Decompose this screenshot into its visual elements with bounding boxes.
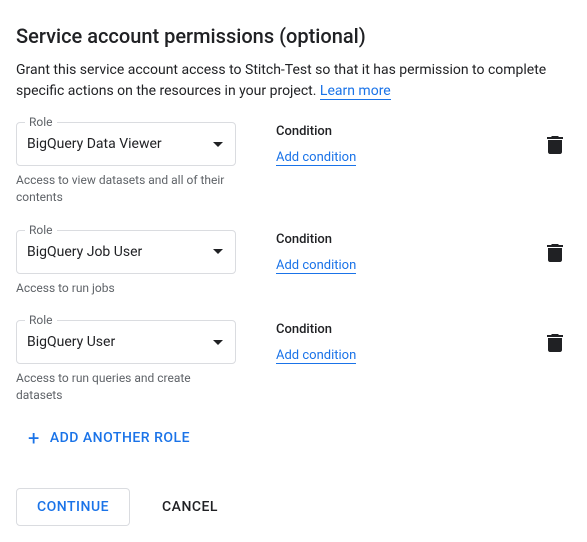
role-select[interactable]: RoleBigQuery User xyxy=(16,320,236,364)
role-row: RoleBigQuery Data Viewer Access to view d… xyxy=(16,122,571,206)
chevron-down-icon xyxy=(213,340,223,345)
role-select[interactable]: RoleBigQuery Data Viewer xyxy=(16,122,236,166)
add-another-role-button[interactable]: + ADD ANOTHER ROLE xyxy=(28,428,571,448)
continue-button[interactable]: CONTINUE xyxy=(16,488,130,526)
add-another-label: ADD ANOTHER ROLE xyxy=(50,430,190,446)
delete-role-button[interactable] xyxy=(547,230,571,266)
role-select-label: Role xyxy=(25,313,57,327)
page-description: Grant this service account access to Sti… xyxy=(16,60,571,102)
chevron-down-icon xyxy=(213,142,223,147)
chevron-down-icon xyxy=(213,249,223,254)
add-condition-link[interactable]: Add condition xyxy=(276,150,356,166)
role-row: RoleBigQuery Job User Access to run jobs C… xyxy=(16,230,571,297)
cancel-button[interactable]: CANCEL xyxy=(154,489,226,525)
trash-icon xyxy=(547,340,563,356)
delete-role-button[interactable] xyxy=(547,320,571,356)
trash-icon xyxy=(547,250,563,266)
role-hint: Access to view datasets and all of their… xyxy=(16,172,236,206)
page-title: Service account permissions (optional) xyxy=(16,24,571,48)
role-hint: Access to run queries and create dataset… xyxy=(16,370,236,404)
plus-icon: + xyxy=(28,428,40,448)
role-hint: Access to run jobs xyxy=(16,280,236,297)
role-select-value: BigQuery User xyxy=(27,334,213,350)
condition-label: Condition xyxy=(276,322,507,337)
role-select-value: BigQuery Job User xyxy=(27,244,213,260)
role-select-label: Role xyxy=(25,115,57,129)
condition-label: Condition xyxy=(276,232,507,247)
add-condition-link[interactable]: Add condition xyxy=(276,258,356,274)
learn-more-link[interactable]: Learn more xyxy=(320,83,391,100)
add-condition-link[interactable]: Add condition xyxy=(276,348,356,364)
role-select-label: Role xyxy=(25,223,57,237)
role-select[interactable]: RoleBigQuery Job User xyxy=(16,230,236,274)
condition-label: Condition xyxy=(276,124,507,139)
role-select-value: BigQuery Data Viewer xyxy=(27,136,213,152)
role-row: RoleBigQuery User Access to run queries a… xyxy=(16,320,571,404)
trash-icon xyxy=(547,142,563,158)
delete-role-button[interactable] xyxy=(547,122,571,158)
